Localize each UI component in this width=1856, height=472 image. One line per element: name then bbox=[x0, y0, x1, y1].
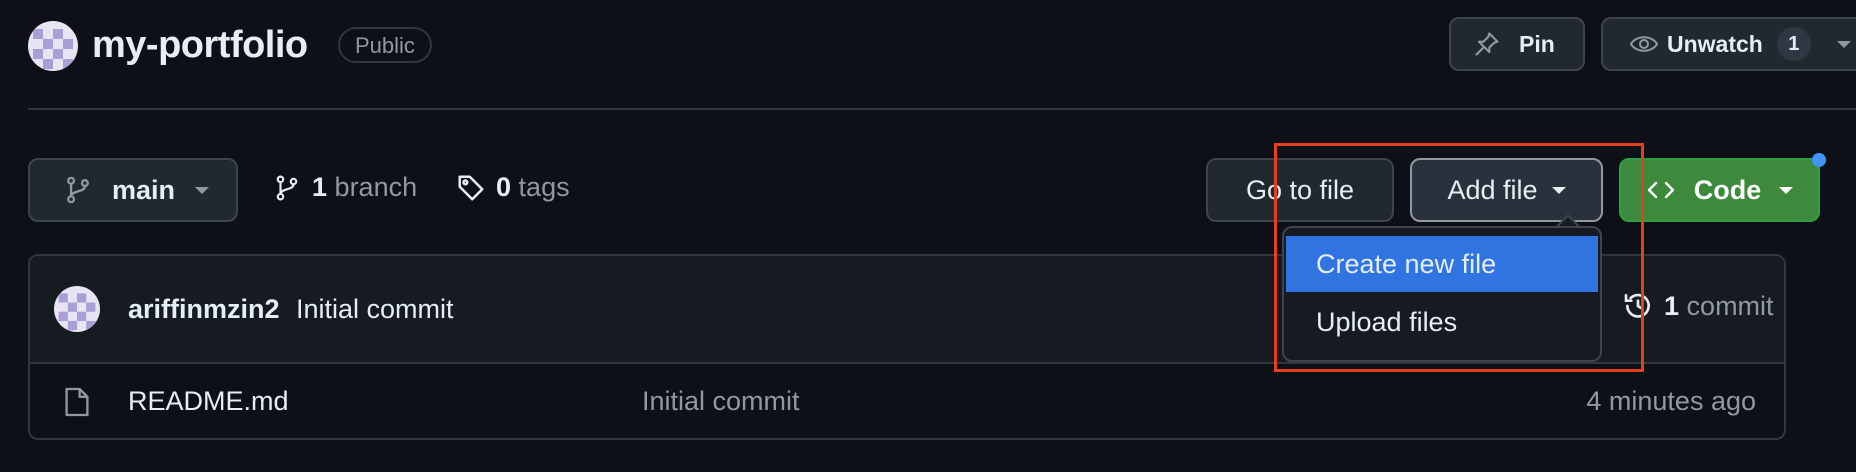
file-name-link[interactable]: README.md bbox=[128, 386, 289, 417]
commit-author-avatar[interactable] bbox=[54, 286, 100, 332]
unwatch-button[interactable]: Unwatch 1 bbox=[1601, 17, 1856, 71]
tag-icon bbox=[456, 173, 486, 203]
branch-name: main bbox=[112, 174, 176, 205]
file-commit-message[interactable]: Initial commit bbox=[642, 386, 800, 417]
git-branch-icon bbox=[274, 173, 300, 203]
tag-count: 0 bbox=[496, 172, 512, 202]
commit-label: commit bbox=[1686, 290, 1774, 321]
pin-icon bbox=[1473, 30, 1501, 58]
chevron-down-icon bbox=[1836, 40, 1851, 48]
commit-count: 1 bbox=[1664, 290, 1680, 321]
commit-author-link[interactable]: ariffinmzin2 bbox=[128, 294, 280, 325]
chevron-down-icon bbox=[1779, 186, 1794, 194]
git-branch-icon bbox=[64, 175, 92, 205]
chevron-down-icon bbox=[195, 186, 210, 194]
pin-button[interactable]: Pin bbox=[1449, 17, 1585, 71]
branch-count: 1 bbox=[312, 172, 328, 202]
file-last-updated: 4 minutes ago bbox=[1586, 386, 1756, 416]
commit-history-link[interactable]: 1 commit bbox=[1622, 290, 1774, 322]
eye-icon bbox=[1629, 32, 1659, 56]
repo-owner-avatar[interactable] bbox=[28, 21, 78, 71]
code-button[interactable]: Code bbox=[1619, 158, 1820, 222]
highlight-box bbox=[1274, 143, 1644, 372]
unwatch-label: Unwatch bbox=[1667, 30, 1763, 57]
code-label: Code bbox=[1693, 174, 1762, 205]
commit-message-link[interactable]: Initial commit bbox=[296, 294, 454, 325]
branches-link[interactable]: 1 branch bbox=[274, 172, 417, 203]
visibility-badge: Public bbox=[338, 27, 432, 63]
file-icon bbox=[64, 386, 90, 418]
pin-label: Pin bbox=[1519, 30, 1555, 57]
repo-name-link[interactable]: my-portfolio bbox=[92, 20, 308, 70]
watch-count: 1 bbox=[1776, 27, 1811, 61]
branch-selector-button[interactable]: main bbox=[28, 158, 238, 222]
tags-link[interactable]: 0 tags bbox=[456, 172, 570, 203]
notification-dot bbox=[1812, 153, 1826, 167]
branch-label: branch bbox=[334, 172, 418, 202]
header-divider bbox=[28, 108, 1856, 110]
tag-label: tags bbox=[518, 172, 570, 202]
code-icon bbox=[1646, 178, 1676, 202]
